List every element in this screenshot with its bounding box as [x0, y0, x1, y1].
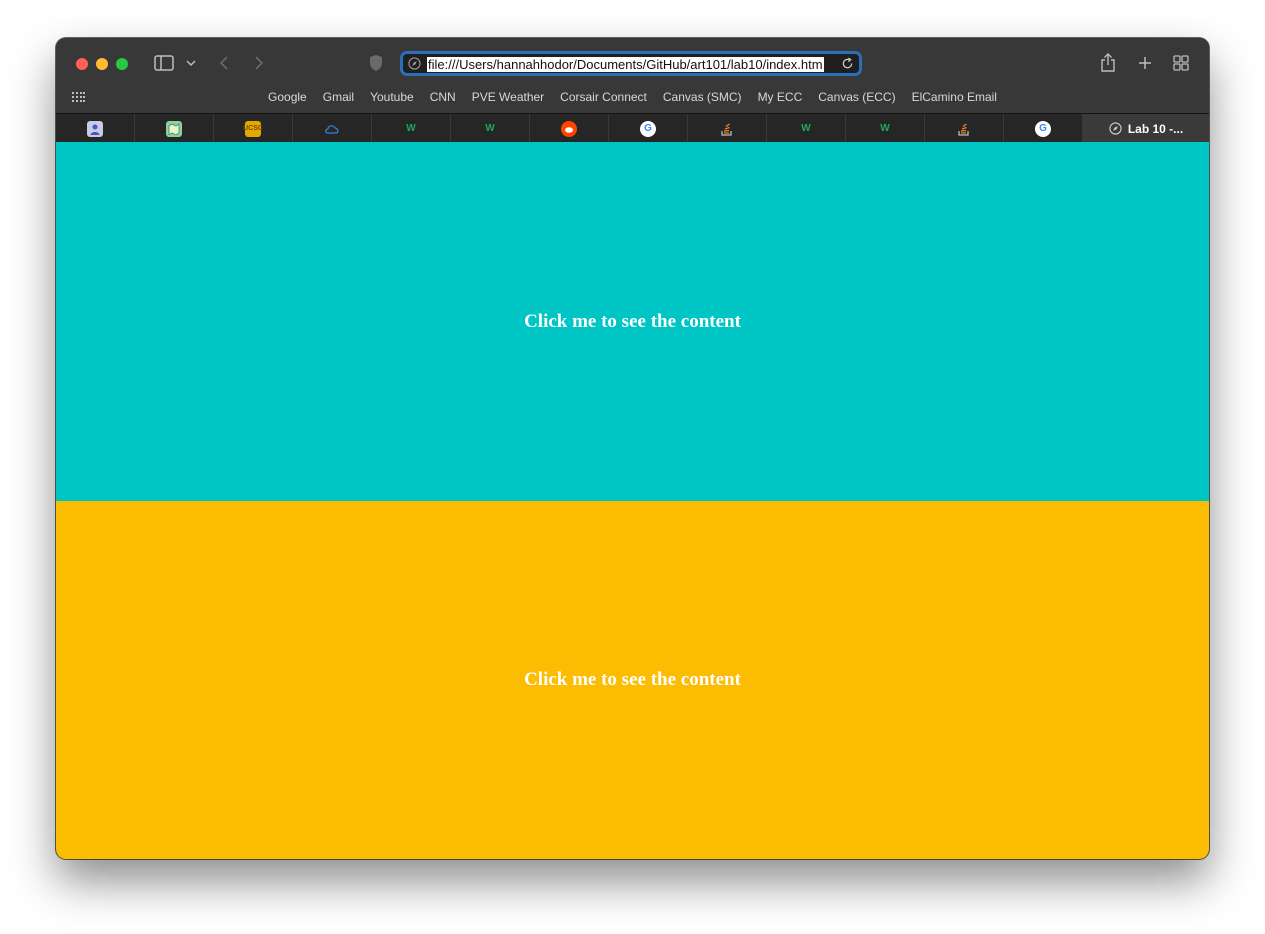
content-panel-2[interactable]: Click me to see the content: [56, 501, 1209, 859]
bookmarks-bar: Google Gmail Youtube CNN PVE Weather Cor…: [56, 90, 1209, 110]
bookmark-canvas-ecc[interactable]: Canvas (ECC): [818, 90, 895, 110]
chevron-down-icon[interactable]: [186, 59, 196, 67]
bookmark-my-ecc[interactable]: My ECC: [758, 90, 803, 110]
panel-1-label[interactable]: Click me to see the content: [524, 311, 741, 333]
tab-bar: UCSC W W G W W G Lab 10 -...: [56, 113, 1209, 143]
w-icon: W: [801, 123, 811, 134]
active-tab-title: Lab 10 -...: [1127, 121, 1184, 136]
tab-overview-icon[interactable]: [1173, 55, 1189, 71]
stack-overflow-icon: [956, 121, 972, 137]
back-icon[interactable]: [218, 55, 230, 71]
profile-icon: [87, 120, 103, 137]
google-icon: G: [640, 120, 656, 137]
cloud-icon: [324, 121, 340, 137]
tab-3[interactable]: UCSC: [214, 114, 293, 143]
tab-11[interactable]: W: [846, 114, 925, 143]
tab-9[interactable]: [688, 114, 767, 143]
tab-12[interactable]: [925, 114, 1004, 143]
minimize-window-button[interactable]: [96, 58, 108, 70]
tab-13[interactable]: G: [1004, 114, 1083, 143]
ucsc-icon: UCSC: [243, 120, 263, 137]
google-icon: G: [1035, 120, 1051, 137]
address-bar[interactable]: file:///Users/hannahhodor/Documents/GitH…: [400, 51, 862, 76]
reddit-icon: [561, 120, 577, 137]
browser-toolbar: file:///Users/hannahhodor/Documents/GitH…: [56, 38, 1209, 113]
bookmark-gmail[interactable]: Gmail: [323, 90, 354, 110]
tab-5[interactable]: W: [372, 114, 451, 143]
tab-active[interactable]: Lab 10 -...: [1083, 114, 1209, 143]
tab-6[interactable]: W: [451, 114, 530, 143]
w-icon: W: [485, 123, 495, 134]
compass-icon: [1109, 122, 1122, 135]
bookmark-youtube[interactable]: Youtube: [370, 90, 414, 110]
close-window-button[interactable]: [76, 58, 88, 70]
bookmark-elcamino-email[interactable]: ElCamino Email: [912, 90, 997, 110]
tab-8[interactable]: G: [609, 114, 688, 143]
tab-10[interactable]: W: [767, 114, 846, 143]
sidebar-icon[interactable]: [154, 55, 174, 71]
new-tab-icon[interactable]: [1138, 56, 1152, 70]
tab-2[interactable]: [135, 114, 214, 143]
tab-1[interactable]: [56, 114, 135, 143]
map-icon: [166, 120, 182, 137]
bookmark-canvas-smc[interactable]: Canvas (SMC): [663, 90, 742, 110]
bookmark-cnn[interactable]: CNN: [430, 90, 456, 110]
privacy-shield-icon[interactable]: [369, 54, 383, 72]
share-icon[interactable]: [1100, 53, 1116, 73]
browser-window: file:///Users/hannahhodor/Documents/GitH…: [56, 38, 1209, 859]
content-panel-1[interactable]: Click me to see the content: [56, 142, 1209, 501]
w-icon: W: [880, 123, 890, 134]
bookmark-corsair-connect[interactable]: Corsair Connect: [560, 90, 647, 110]
tab-7[interactable]: [530, 114, 609, 143]
address-bar-url[interactable]: file:///Users/hannahhodor/Documents/GitH…: [427, 57, 824, 72]
forward-icon[interactable]: [253, 55, 265, 71]
reload-icon[interactable]: [841, 57, 854, 70]
w-icon: W: [406, 123, 416, 134]
stack-overflow-icon: [719, 121, 735, 137]
compass-icon: [408, 57, 421, 70]
tab-4[interactable]: [293, 114, 372, 143]
bookmark-pve-weather[interactable]: PVE Weather: [472, 90, 544, 110]
bookmark-google[interactable]: Google: [268, 90, 307, 110]
maximize-window-button[interactable]: [116, 58, 128, 70]
panel-2-label[interactable]: Click me to see the content: [524, 669, 741, 691]
